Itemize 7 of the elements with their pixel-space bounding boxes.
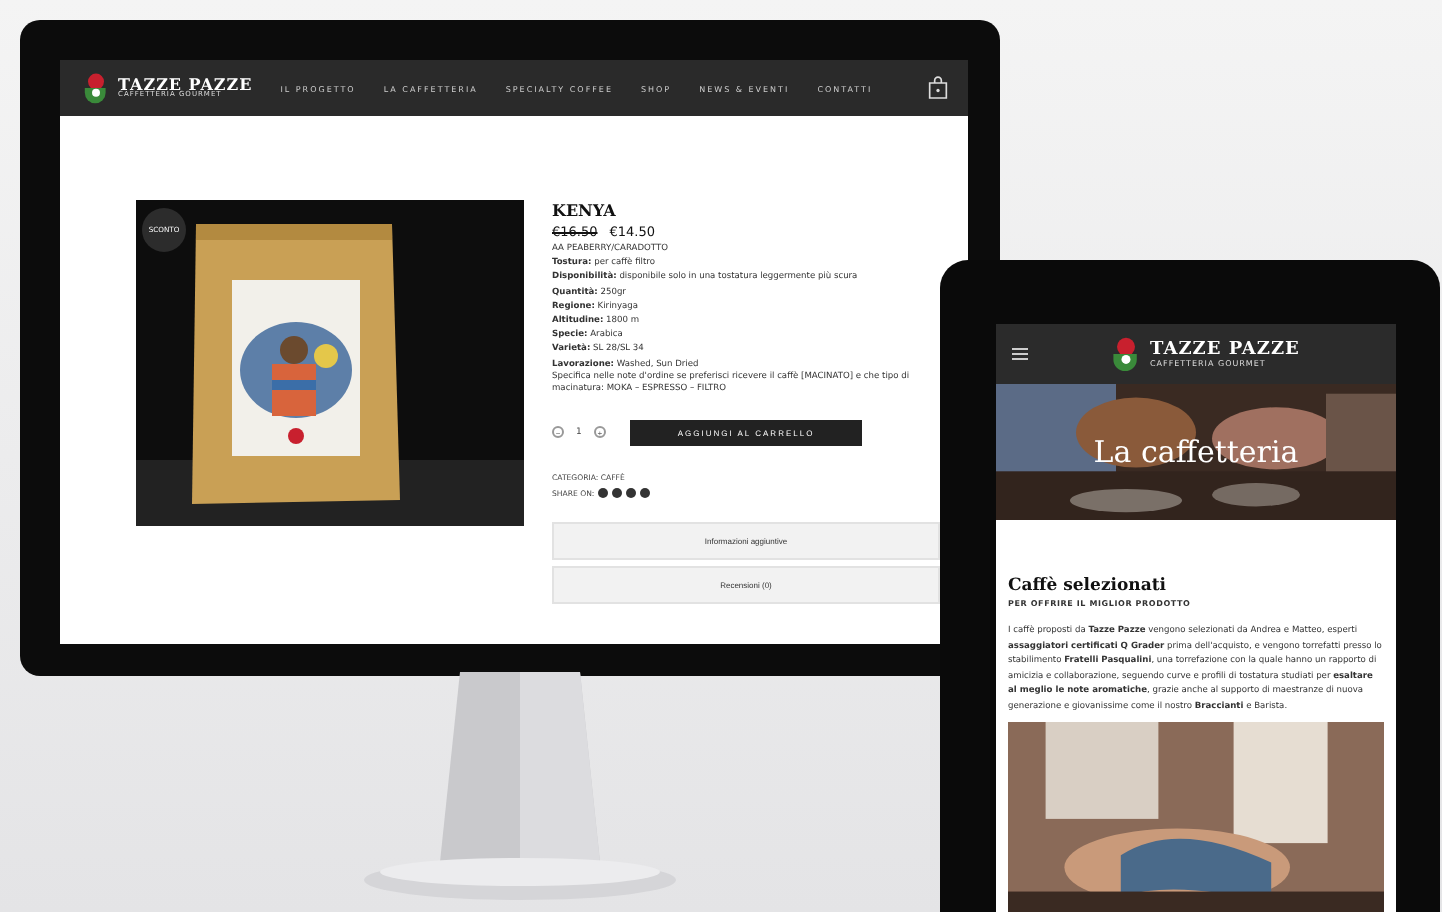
section-heading: Caffè selezionati — [1008, 576, 1169, 596]
hero-title: La caffetteria — [1093, 434, 1299, 470]
product-title: KENYA — [552, 200, 618, 220]
menu-icon[interactable] — [1012, 348, 1028, 360]
logo-title: TAZZE PAZZE — [1150, 341, 1300, 359]
shopping-bag-icon[interactable] — [928, 76, 948, 100]
cup-logo-icon — [80, 72, 112, 104]
